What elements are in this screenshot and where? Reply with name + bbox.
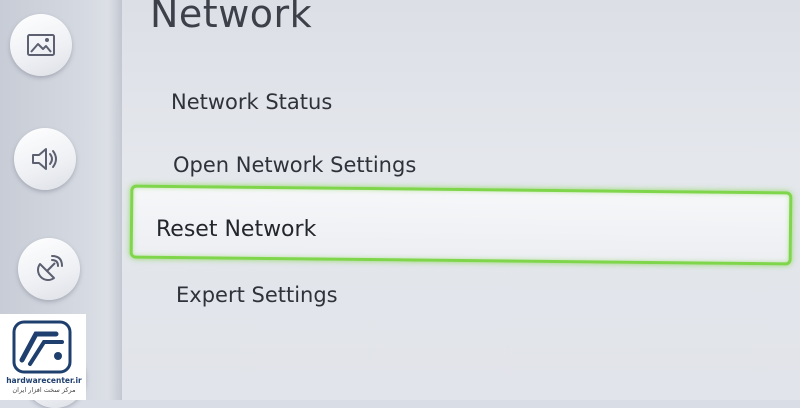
sidebar-item-sound[interactable]: [14, 128, 76, 190]
hardwarecenter-logo-icon: [12, 320, 72, 374]
broadcasting-icon: [37, 255, 63, 281]
menu-item-open-network-settings[interactable]: Open Network Settings: [173, 153, 416, 177]
sidebar-divider: [108, 0, 122, 400]
sound-icon: [32, 148, 57, 170]
watermark-tagline: مرکز سخت افزار ایران: [12, 386, 76, 394]
watermark-logo: hardwarecenter.ir مرکز سخت افزار ایران: [0, 314, 86, 400]
sidebar-item-broadcasting[interactable]: [18, 238, 80, 300]
page-title: Network: [150, 0, 313, 36]
sidebar-item-picture[interactable]: [10, 14, 72, 76]
watermark-domain: hardwarecenter.ir: [6, 376, 82, 385]
picture-icon: [27, 34, 55, 56]
menu-item-network-status[interactable]: Network Status: [171, 90, 332, 114]
menu-item-reset-network[interactable]: Reset Network: [156, 217, 316, 242]
menu-item-expert-settings[interactable]: Expert Settings: [176, 283, 338, 307]
